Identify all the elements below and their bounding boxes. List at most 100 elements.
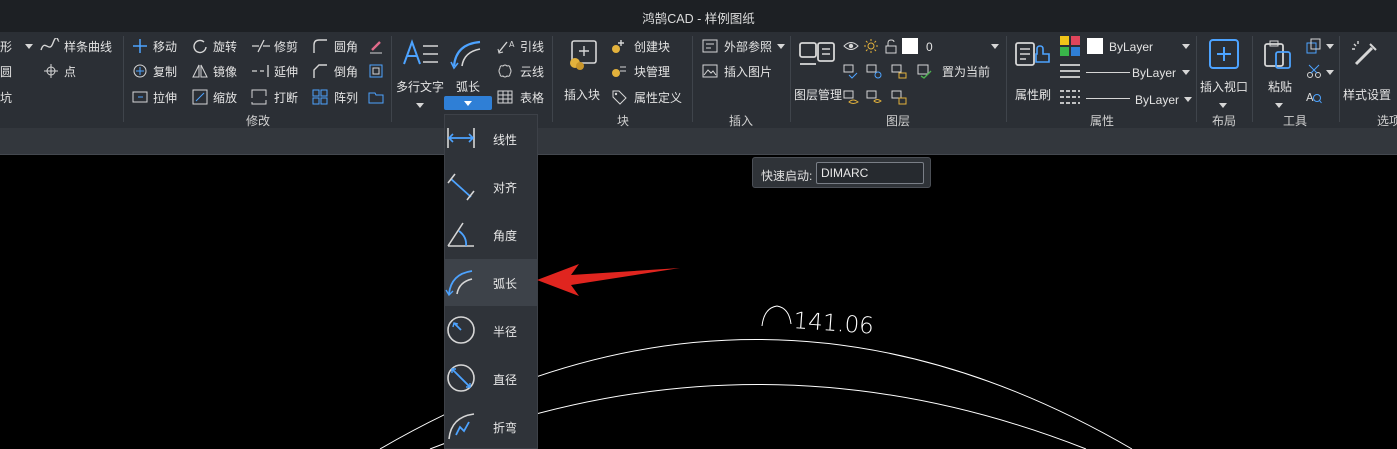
layer-off-icon[interactable]: [843, 89, 859, 105]
leader-button[interactable]: 引线: [520, 40, 544, 54]
layer-previous-icon[interactable]: [891, 89, 907, 105]
copy-clip-dropdown-arrow[interactable]: [1326, 44, 1334, 49]
color-value[interactable]: ByLayer: [1109, 40, 1153, 54]
point-icon[interactable]: [43, 63, 59, 79]
trim-button[interactable]: 修剪: [274, 40, 298, 54]
menu-item-linear[interactable]: 线性: [445, 115, 537, 162]
leader-icon[interactable]: A: [497, 38, 517, 54]
insert-block-icon[interactable]: [566, 38, 600, 72]
menu-item-arc-length[interactable]: 弧长: [445, 259, 537, 306]
find-replace-icon[interactable]: A: [1306, 89, 1322, 105]
insert-viewport-button[interactable]: 插入视口: [1200, 80, 1248, 94]
color-dropdown-arrow[interactable]: [1182, 44, 1190, 49]
stretch-button[interactable]: 拉伸: [153, 91, 177, 105]
dimension-dropdown-arrow[interactable]: [464, 101, 472, 106]
linetype-icon[interactable]: [1059, 63, 1081, 79]
erase-icon[interactable]: [368, 38, 384, 54]
menu-item-radius[interactable]: 半径: [445, 307, 537, 354]
dimension-button[interactable]: 弧长: [456, 80, 480, 94]
viewport-dropdown-arrow[interactable]: [1219, 103, 1227, 108]
mirror-icon[interactable]: [192, 63, 208, 79]
mirror-button[interactable]: 镜像: [213, 65, 237, 79]
explode-icon[interactable]: [368, 89, 384, 105]
color-swatch[interactable]: [1087, 38, 1103, 54]
layer-manager-button[interactable]: 图层管理: [794, 88, 842, 102]
lineweight-value[interactable]: ByLayer: [1135, 93, 1179, 107]
break-button[interactable]: 打断: [274, 91, 298, 105]
paste-icon[interactable]: [1262, 40, 1294, 70]
layer-color-swatch[interactable]: [902, 38, 918, 54]
menu-item-angular[interactable]: 角度: [445, 211, 537, 258]
layer-visible-icon[interactable]: [843, 38, 859, 54]
rotate-icon[interactable]: [192, 38, 208, 54]
scale-button[interactable]: 缩放: [213, 91, 237, 105]
xref-dropdown-arrow[interactable]: [777, 44, 785, 49]
match-properties-button[interactable]: 属性刷: [1015, 88, 1051, 102]
layer-unlock-icon[interactable]: [883, 38, 899, 54]
insert-viewport-icon[interactable]: [1208, 38, 1240, 70]
style-settings-button[interactable]: 样式设置: [1343, 88, 1391, 102]
insert-image-icon[interactable]: [702, 63, 718, 79]
layer-isolate-icon[interactable]: [843, 63, 859, 79]
layer-manager-icon[interactable]: [798, 40, 838, 70]
layer-lock-icon[interactable]: [891, 63, 907, 79]
menu-item-jogged[interactable]: 折弯: [445, 403, 537, 449]
fillet-button[interactable]: 圆角: [334, 40, 358, 54]
break-icon[interactable]: [251, 89, 267, 105]
copy-icon[interactable]: [132, 63, 148, 79]
stretch-icon[interactable]: [132, 89, 148, 105]
xref-icon[interactable]: [702, 38, 718, 54]
paste-dropdown-arrow[interactable]: [1275, 103, 1283, 108]
block-manager-button[interactable]: 块管理: [634, 65, 670, 79]
linetype-dropdown-arrow[interactable]: [1182, 70, 1190, 75]
offset-icon[interactable]: [368, 63, 384, 79]
spline-button[interactable]: 样条曲线: [64, 40, 112, 54]
array-icon[interactable]: [312, 89, 328, 105]
mtext-button[interactable]: 多行文字: [396, 80, 444, 94]
mtext-icon[interactable]: [402, 38, 440, 70]
color-palette-icon[interactable]: [1060, 36, 1080, 56]
quick-launch-input[interactable]: DIMARC: [816, 162, 924, 184]
lineweight-dropdown-arrow[interactable]: [1184, 97, 1192, 102]
cut-icon[interactable]: [1306, 63, 1322, 79]
table-button[interactable]: 表格: [520, 91, 544, 105]
scale-icon[interactable]: [192, 89, 208, 105]
drawing-canvas[interactable]: 141.06: [0, 156, 1397, 449]
partial-draw-label-3[interactable]: 坑: [0, 91, 12, 105]
spline-icon[interactable]: [40, 38, 60, 54]
draw-dropdown-arrow[interactable]: [25, 44, 33, 49]
layer-freeze-icon[interactable]: [866, 63, 882, 79]
copy-button[interactable]: 复制: [153, 65, 177, 79]
copy-clip-icon[interactable]: [1306, 38, 1322, 54]
point-button[interactable]: 点: [64, 65, 76, 79]
partial-draw-label-1[interactable]: 形: [0, 40, 12, 54]
revcloud-button[interactable]: 云线: [520, 65, 544, 79]
layer-dropdown-arrow[interactable]: [991, 44, 999, 49]
table-icon[interactable]: [497, 89, 513, 105]
attribute-definition-icon[interactable]: [611, 89, 627, 105]
revcloud-icon[interactable]: [497, 63, 513, 79]
chamfer-icon[interactable]: [312, 63, 328, 79]
menu-item-diameter[interactable]: 直径: [445, 355, 537, 402]
partial-draw-label-2[interactable]: 圆: [0, 65, 12, 79]
set-current-icon[interactable]: [917, 63, 933, 79]
attribute-definition-button[interactable]: 属性定义: [634, 91, 682, 105]
create-block-icon[interactable]: [611, 38, 627, 54]
layer-thaw-icon[interactable]: [863, 38, 879, 54]
create-block-button[interactable]: 创建块: [634, 40, 670, 54]
trim-icon[interactable]: [251, 38, 271, 54]
layer-match-icon[interactable]: [866, 89, 882, 105]
set-current-button[interactable]: 置为当前: [942, 65, 990, 79]
lineweight-icon[interactable]: [1059, 89, 1081, 105]
array-button[interactable]: 阵列: [334, 91, 358, 105]
paste-button[interactable]: 粘贴: [1268, 80, 1292, 94]
arc-length-icon[interactable]: [450, 38, 486, 70]
menu-item-aligned[interactable]: 对齐: [445, 163, 537, 210]
current-layer-value[interactable]: 0: [926, 40, 933, 54]
move-button[interactable]: 移动: [153, 40, 177, 54]
chamfer-button[interactable]: 倒角: [334, 65, 358, 79]
mtext-dropdown-arrow[interactable]: [416, 103, 424, 108]
xref-button[interactable]: 外部参照: [724, 40, 772, 54]
insert-image-button[interactable]: 插入图片: [724, 65, 772, 79]
style-settings-icon[interactable]: [1350, 38, 1382, 70]
